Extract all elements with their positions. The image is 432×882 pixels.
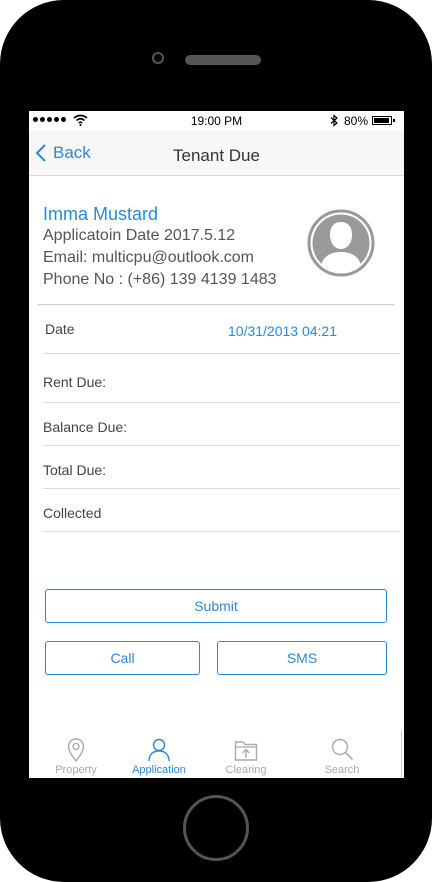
balance-due-row[interactable]: Balance Due:: [43, 403, 400, 446]
tab-clearing-label: Clearing: [225, 764, 267, 776]
rent-due-row[interactable]: Rent Due:: [43, 354, 400, 403]
tenant-email[interactable]: Email: multicpu@outlook.com: [43, 249, 254, 267]
sms-button[interactable]: SMS: [217, 641, 387, 675]
date-value[interactable]: 10/31/2013 04:21: [228, 323, 337, 339]
page-title: Tenant Due: [173, 146, 260, 165]
tab-bar: Property Application Clearing Search: [29, 731, 404, 778]
navigation-bar: Back Tenant Due: [29, 131, 404, 176]
battery-icon: [372, 116, 395, 125]
tab-search[interactable]: Search: [295, 731, 389, 778]
status-bar: 19:00 PM 80%: [29, 111, 404, 131]
application-date: Applicatoin Date 2017.5.12: [43, 227, 236, 244]
balance-due-label: Balance Due:: [43, 419, 128, 435]
tenant-phone[interactable]: Phone No : (+86) 139 4139 1483: [43, 271, 277, 289]
folder-upload-icon: [234, 741, 258, 761]
rent-due-label: Rent Due:: [43, 374, 107, 390]
front-camera: [152, 52, 164, 64]
tab-clearing[interactable]: Clearing: [199, 731, 293, 778]
bluetooth-icon: [330, 114, 338, 127]
search-icon: [331, 738, 354, 761]
person-icon: [148, 738, 170, 762]
screen: 19:00 PM 80% Back Tenant Due Imma Mustar…: [29, 111, 404, 778]
collected-label: Collected: [43, 505, 102, 521]
call-button[interactable]: Call: [45, 641, 200, 675]
tenant-profile: Imma Mustard Applicatoin Date 2017.5.12 …: [29, 176, 404, 304]
tab-application[interactable]: Application: [112, 731, 206, 778]
tab-search-label: Search: [324, 764, 360, 776]
tab-application-label: Application: [132, 764, 186, 776]
collected-row[interactable]: Collected: [43, 489, 400, 532]
submit-button[interactable]: Submit: [45, 589, 387, 623]
tab-property-label: Property: [55, 764, 97, 776]
battery-percentage: 80%: [344, 114, 369, 128]
phone-frame: 19:00 PM 80% Back Tenant Due Imma Mustar…: [0, 0, 432, 882]
date-label: Date: [45, 321, 75, 337]
tab-bar-edge-divider: [401, 731, 402, 778]
tab-property[interactable]: Property: [29, 731, 123, 778]
tenant-name: Imma Mustard: [43, 204, 159, 224]
earpiece-speaker: [185, 55, 261, 65]
home-button[interactable]: [183, 795, 249, 861]
total-due-label: Total Due:: [43, 462, 107, 478]
date-row[interactable]: Date 10/31/2013 04:21: [43, 305, 400, 354]
location-pin-icon: [67, 738, 85, 763]
total-due-row[interactable]: Total Due:: [43, 446, 400, 489]
avatar: [307, 209, 375, 277]
